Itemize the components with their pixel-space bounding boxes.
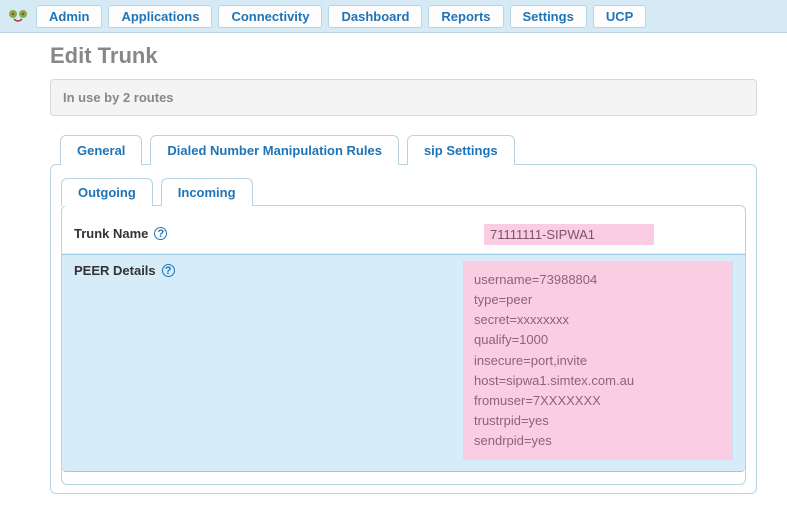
peer-details-label-text: PEER Details	[74, 263, 156, 278]
nav-settings[interactable]: Settings	[510, 5, 587, 28]
trunk-name-label: Trunk Name ?	[74, 224, 484, 241]
logo-icon	[6, 4, 30, 28]
nav-dashboard[interactable]: Dashboard	[328, 5, 422, 28]
peer-details-textarea[interactable]	[463, 261, 733, 460]
nav-reports[interactable]: Reports	[428, 5, 503, 28]
tab-general[interactable]: General	[60, 135, 142, 165]
nav-connectivity[interactable]: Connectivity	[218, 5, 322, 28]
subtab-row: Outgoing Incoming	[61, 177, 746, 205]
main-tabrow: General Dialed Number Manipulation Rules…	[60, 134, 757, 164]
nav-admin[interactable]: Admin	[36, 5, 102, 28]
help-icon[interactable]: ?	[162, 264, 175, 277]
usage-alert: In use by 2 routes	[50, 79, 757, 116]
page-body: Edit Trunk In use by 2 routes General Di…	[0, 33, 787, 494]
trunk-name-input[interactable]	[484, 224, 654, 245]
trunk-name-label-text: Trunk Name	[74, 226, 148, 241]
outgoing-panel: Trunk Name ? PEER Details ?	[61, 205, 746, 485]
page-title: Edit Trunk	[50, 43, 757, 69]
trunk-name-field	[484, 224, 733, 245]
nav-ucp[interactable]: UCP	[593, 5, 646, 28]
sip-settings-panel: Outgoing Incoming Trunk Name ? PEER Deta…	[50, 164, 757, 494]
topbar: Admin Applications Connectivity Dashboar…	[0, 0, 787, 33]
peer-details-field	[463, 261, 733, 463]
tab-sip-settings[interactable]: sip Settings	[407, 135, 515, 165]
help-icon[interactable]: ?	[154, 227, 167, 240]
peer-details-label: PEER Details ?	[74, 261, 463, 278]
nav-applications[interactable]: Applications	[108, 5, 212, 28]
subtab-outgoing[interactable]: Outgoing	[61, 178, 153, 206]
row-peer-details: PEER Details ?	[62, 254, 745, 472]
tab-dialed-rules[interactable]: Dialed Number Manipulation Rules	[150, 135, 399, 165]
subtab-incoming[interactable]: Incoming	[161, 178, 253, 206]
row-trunk-name: Trunk Name ?	[62, 218, 745, 254]
